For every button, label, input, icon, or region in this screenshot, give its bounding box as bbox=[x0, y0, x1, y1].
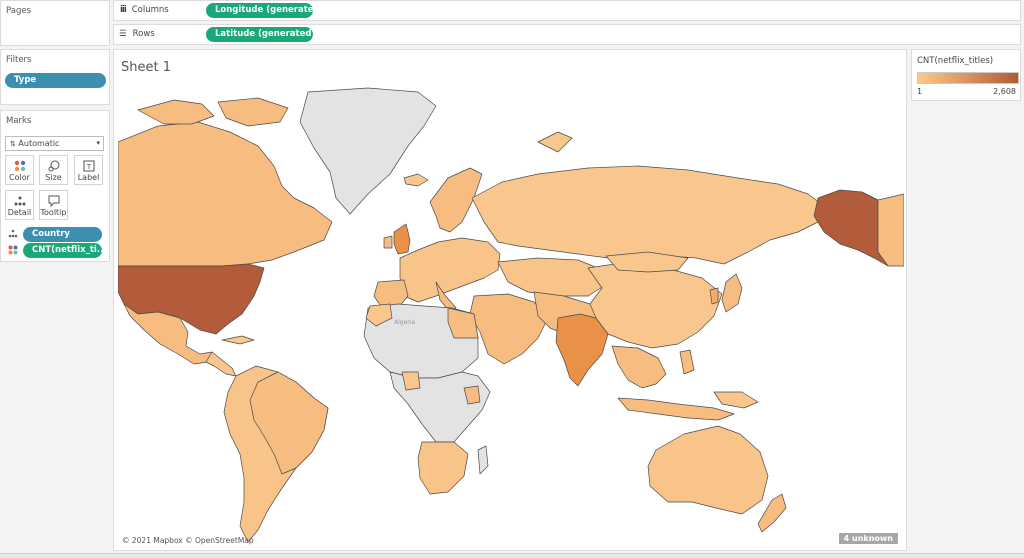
country-australia bbox=[647, 425, 769, 515]
columns-icon: iii bbox=[120, 5, 127, 15]
rows-icon: ☰ bbox=[119, 29, 127, 39]
svg-text:T: T bbox=[85, 163, 91, 171]
legend-min: 1 bbox=[917, 87, 923, 96]
filters-title: Filters bbox=[6, 55, 32, 65]
country-russia bbox=[471, 165, 825, 265]
label-button[interactable]: T Label bbox=[74, 155, 103, 185]
tooltip-button[interactable]: Tooltip bbox=[39, 190, 68, 220]
legend-max: 2,608 bbox=[993, 87, 1016, 96]
country-iceland bbox=[403, 173, 429, 187]
marks-panel[interactable]: Marks ⇅ Automatic ▾ Color Size T Label D… bbox=[0, 110, 110, 262]
country-japan bbox=[721, 273, 743, 313]
columns-shelf-label: iii Columns bbox=[120, 5, 169, 15]
country-china bbox=[587, 261, 723, 349]
southern-africa bbox=[417, 441, 469, 495]
country-uk bbox=[393, 223, 411, 255]
country-ireland bbox=[383, 235, 393, 249]
latitude-pill[interactable]: Latitude (generated) bbox=[206, 27, 313, 42]
country-indonesia bbox=[617, 397, 735, 421]
color-icon bbox=[6, 158, 33, 173]
detail-icon bbox=[6, 193, 33, 208]
cuba bbox=[221, 335, 255, 345]
rows-shelf[interactable]: ☰ Rows Latitude (generated) bbox=[113, 24, 1021, 45]
sheet-title: Sheet 1 bbox=[121, 60, 171, 75]
new-guinea bbox=[713, 391, 759, 409]
unknown-badge[interactable]: 4 unknown bbox=[838, 533, 898, 544]
country-iberia bbox=[373, 279, 409, 309]
pages-panel[interactable]: Pages bbox=[0, 0, 110, 46]
mark-type-dropdown[interactable]: ⇅ Automatic ▾ bbox=[5, 136, 104, 151]
columns-shelf[interactable]: iii Columns Longitude (generated) bbox=[113, 0, 1021, 21]
rows-shelf-label: ☰ Rows bbox=[119, 29, 155, 39]
world-map[interactable]: Algeria bbox=[118, 82, 904, 547]
alaska bbox=[813, 189, 889, 267]
color-button[interactable]: Color bbox=[5, 155, 34, 185]
size-button[interactable]: Size bbox=[39, 155, 68, 185]
map-attribution: © 2021 Mapbox © OpenStreetMap bbox=[122, 536, 254, 545]
mark-type-value: Automatic bbox=[18, 139, 60, 148]
country-greenland bbox=[299, 87, 437, 215]
country-philippines bbox=[679, 349, 695, 375]
southeast-asia bbox=[611, 345, 667, 389]
central-asia bbox=[497, 257, 605, 297]
columns-label: Columns bbox=[131, 5, 169, 15]
country-canada bbox=[118, 121, 333, 267]
country-india bbox=[555, 313, 609, 387]
type-filter-pill[interactable]: Type bbox=[5, 73, 106, 88]
mark-type-icon: ⇅ bbox=[10, 140, 16, 148]
filters-panel[interactable]: Filters Type bbox=[0, 49, 110, 105]
legend-title: CNT(netflix_titles) bbox=[917, 56, 994, 66]
color-legend[interactable]: CNT(netflix_titles) 1 2,608 bbox=[911, 49, 1021, 101]
canada-islands-2 bbox=[217, 97, 289, 127]
detail-button[interactable]: Detail bbox=[5, 190, 34, 220]
longitude-pill[interactable]: Longitude (generated) bbox=[206, 3, 313, 18]
tooltip-icon bbox=[40, 193, 67, 208]
map-label-algeria: Algeria bbox=[394, 319, 415, 326]
europe bbox=[399, 237, 501, 303]
novaya-zemlya bbox=[537, 131, 573, 153]
canada-islands bbox=[137, 99, 215, 125]
size-icon bbox=[40, 158, 67, 173]
detail-field-icon bbox=[8, 229, 18, 242]
count-field-pill[interactable]: CNT(netflix_ti... bbox=[23, 243, 102, 258]
color-field-icon bbox=[8, 245, 18, 258]
detail-label: Detail bbox=[7, 208, 32, 217]
label-icon: T bbox=[75, 158, 102, 173]
size-label: Size bbox=[45, 173, 62, 182]
canada-east-edge bbox=[877, 193, 904, 267]
country-madagascar bbox=[477, 445, 489, 475]
sheet-panel[interactable]: Sheet 1 Algeria © 2021 Mapbox © OpenStre… bbox=[113, 49, 907, 551]
rows-label: Rows bbox=[132, 29, 155, 39]
pages-title: Pages bbox=[6, 6, 32, 16]
chevron-down-icon: ▾ bbox=[96, 139, 100, 147]
status-bar bbox=[0, 553, 1024, 558]
map-area[interactable]: Algeria bbox=[118, 82, 904, 547]
legend-gradient bbox=[917, 72, 1019, 84]
color-label: Color bbox=[9, 173, 30, 182]
marks-title: Marks bbox=[6, 116, 32, 126]
central-america bbox=[205, 351, 237, 377]
label-label: Label bbox=[77, 173, 100, 182]
country-field-pill[interactable]: Country bbox=[23, 227, 102, 242]
tooltip-label: Tooltip bbox=[40, 208, 67, 217]
